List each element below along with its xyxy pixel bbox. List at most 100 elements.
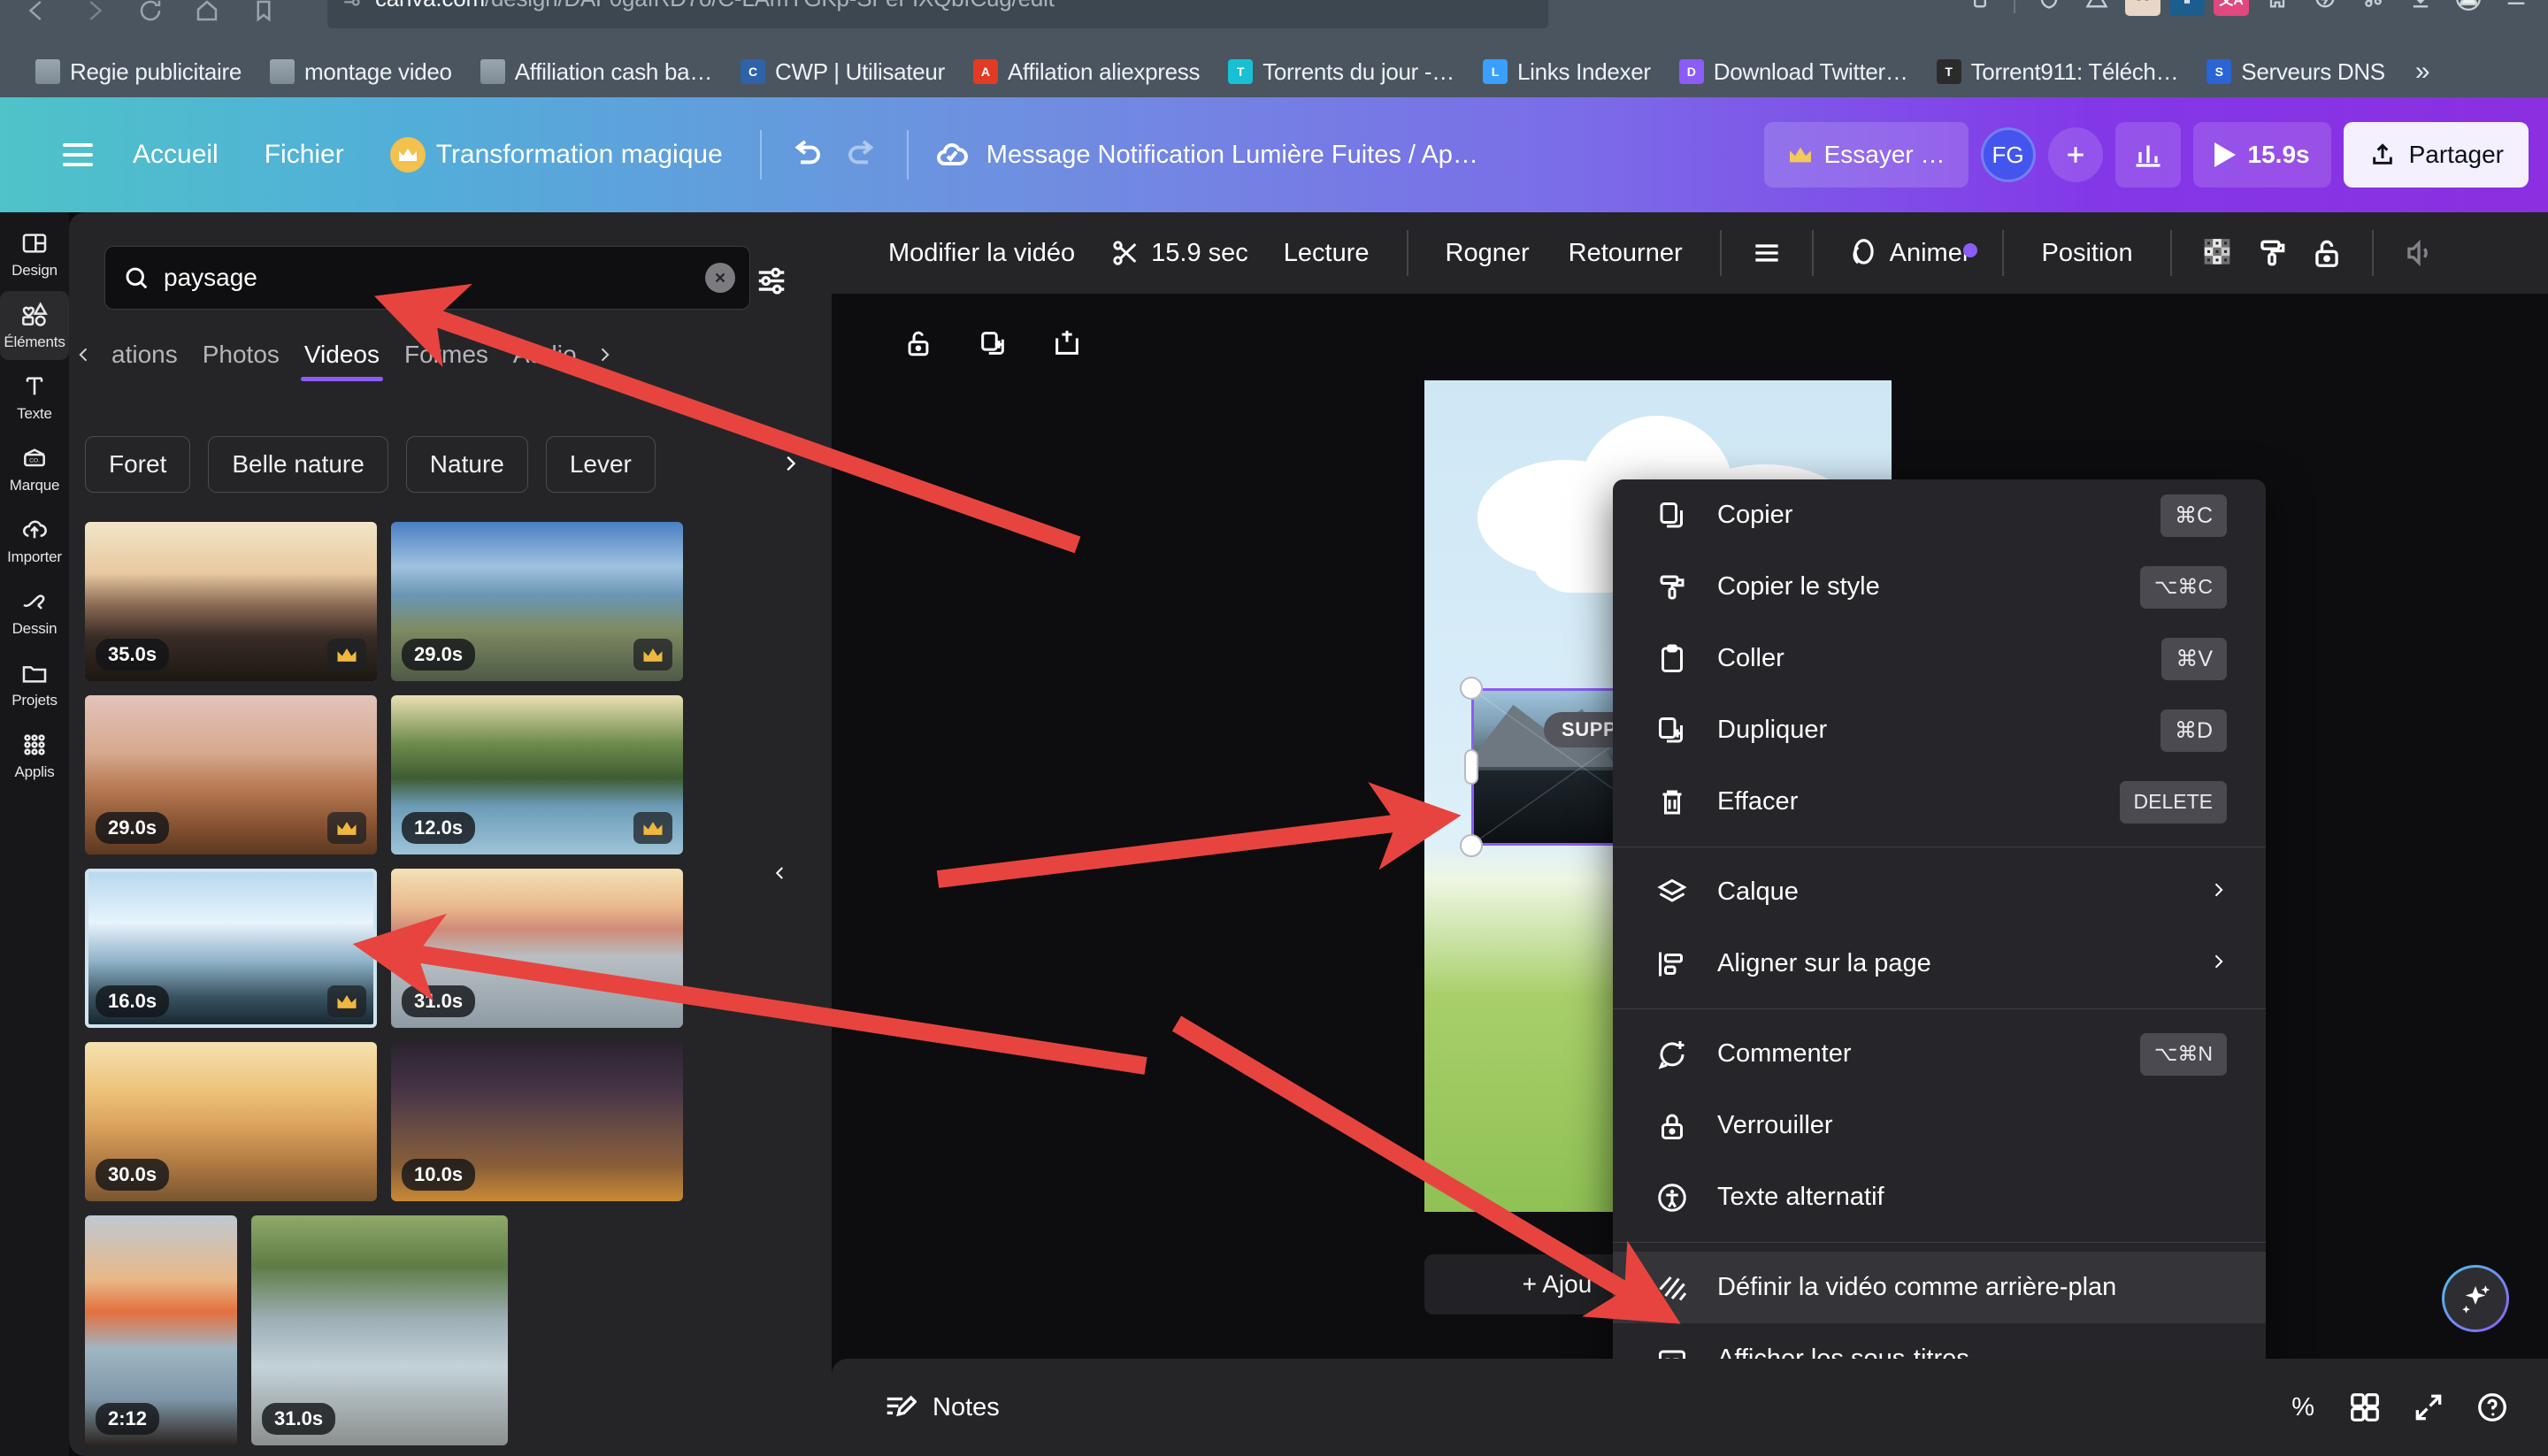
try-pro-button[interactable]: Essayer … [1763,122,1969,188]
crop-button[interactable]: Rogner [1426,225,1549,281]
menu-item[interactable]: Verrouiller [1613,1090,2266,1161]
bookmark-item[interactable]: S Serveurs DNS [2192,51,2399,92]
video-result-thumbnail[interactable]: 10.0s [391,1042,683,1201]
magic-transform-button[interactable]: Transformation magique [367,126,746,184]
redo-icon[interactable] [834,126,893,184]
profile-avatar[interactable] [2449,0,2488,18]
notes-button[interactable]: Notes [871,1379,1012,1436]
rail-item-marque[interactable]: CO. Marque [0,434,69,503]
cloud-check-icon[interactable] [923,126,981,184]
design-title[interactable]: Message Notification Lumière Fuites / Ap… [986,141,1478,170]
extension-icon-2[interactable]: ⫼ [2169,0,2205,16]
expand-icon[interactable] [2399,1378,2458,1437]
video-result-thumbnail[interactable]: 30.0s [85,1042,377,1201]
collapse-panel-button[interactable] [763,814,798,932]
extension-icon-4[interactable] [2258,0,2297,18]
tab-formes[interactable]: Formes [392,341,501,369]
paint-roller-icon[interactable] [2245,226,2299,280]
home-button[interactable]: Accueil [110,126,242,184]
video-result-thumbnail[interactable]: 29.0s [391,522,683,681]
menu-item[interactable]: Définir la vidéo comme arrière-plan [1613,1252,2266,1323]
menu-item[interactable]: Calque [1613,856,2266,928]
forward-arrow-icon[interactable] [73,0,115,32]
bookmark-item[interactable]: montage video [256,51,466,92]
rail-item-design[interactable]: Design [0,219,69,288]
tabs-scroll-left-icon[interactable] [69,337,99,372]
url-bar[interactable]: canva.com/design/DAF0gafRD7o/C-LAmYGKp-S… [327,0,1548,28]
keyword-chip[interactable]: Lever [545,436,656,493]
resize-handle-bottom-left[interactable] [1460,834,1483,857]
undo-icon[interactable] [776,126,834,184]
tab-videos[interactable]: Videos [292,341,392,381]
tabs-scroll-right-icon[interactable] [589,337,619,372]
reload-icon[interactable] [129,0,172,32]
share-page-icon[interactable] [1961,0,1999,18]
clear-icon[interactable] [705,263,735,293]
shield-extension-icon[interactable] [2030,0,2068,18]
video-result-thumbnail[interactable]: 35.0s [85,522,377,681]
flip-button[interactable]: Retourner [1549,225,1702,281]
animate-button[interactable]: Animer [1831,236,1985,270]
bar-chart-icon[interactable] [2114,122,2181,188]
menu-item[interactable]: Coller ⌘V [1613,623,2266,694]
main-menu-button[interactable] [46,123,110,187]
rail-item-dessin[interactable]: Dessin [0,578,69,647]
extension-icon-3[interactable]: 文A [2214,0,2249,16]
tab-photos[interactable]: Photos [190,341,292,369]
back-arrow-icon[interactable] [16,0,58,32]
position-button[interactable]: Position [2022,225,2152,281]
keyword-chip[interactable]: Belle nature [208,436,388,493]
adblock-icon[interactable] [2077,0,2116,18]
volume-icon[interactable] [2391,226,2446,280]
file-menu-button[interactable]: Fichier [242,126,367,184]
invite-button[interactable] [2047,127,2103,182]
list-icon[interactable] [1739,226,1794,280]
video-result-thumbnail[interactable]: 31.0s [391,869,683,1028]
add-page-icon[interactable] [1042,318,1092,368]
chips-scroll-right-icon[interactable] [780,449,800,482]
grid-view-icon[interactable] [2336,1378,2394,1437]
browser-menu-icon[interactable] [2497,0,2536,18]
avatar[interactable]: FG [1980,127,2036,182]
unlock-icon[interactable] [894,318,943,368]
duplicate-page-icon[interactable] [968,318,1017,368]
menu-item[interactable]: Effacer DELETE [1613,766,2266,838]
extension-icon-1[interactable]: 👓 [2125,0,2160,16]
bookmark-item[interactable]: T Torrent911: Téléch… [1923,51,2193,92]
play-button[interactable]: Lecture [1264,225,1389,281]
menu-item[interactable]: Copier ⌘C [1613,479,2266,551]
bookmark-item[interactable]: T Torrents du jour -… [1214,51,1469,92]
transparency-icon[interactable] [2190,226,2245,280]
ai-assistant-button[interactable] [2442,1265,2509,1332]
video-result-thumbnail[interactable]: 16.0s [85,869,377,1028]
filter-sliders-icon[interactable] [752,260,791,299]
bookmark-item[interactable]: Affiliation cash ba… [466,51,726,92]
help-icon[interactable] [2463,1378,2521,1437]
rail-item-lments[interactable]: Éléments [0,291,69,360]
download-icon[interactable] [2401,0,2440,18]
rail-item-applis[interactable]: Applis [0,721,69,790]
bookmark-item[interactable]: A Affilation aliexpress [959,51,1214,92]
home-icon[interactable] [186,0,228,32]
bookmark-item[interactable]: C CWP | Utilisateur [726,51,959,92]
tab-ations[interactable]: ations [99,341,190,369]
menu-item[interactable]: Dupliquer ⌘D [1613,694,2266,766]
trim-duration-button[interactable]: 15.9 sec [1094,238,1264,268]
video-result-thumbnail[interactable]: 2:12 [85,1215,237,1445]
bookmark-item[interactable]: D Download Twitter… [1665,51,1923,92]
menu-item[interactable]: Aligner sur la page [1613,928,2266,1000]
share-button[interactable]: Partager [2343,122,2529,188]
bookmark-item[interactable]: Regie publicitaire [21,51,256,92]
search-box[interactable] [104,246,750,310]
resize-handle-top-left[interactable] [1460,677,1483,700]
lock-icon[interactable] [2299,226,2354,280]
rail-item-texte[interactable]: Texte [0,363,69,432]
zoom-level[interactable]: % [2276,1393,2330,1422]
keyword-chip[interactable]: Nature [405,436,528,493]
video-result-thumbnail[interactable]: 31.0s [251,1215,508,1445]
menu-item[interactable]: Commenter ⌥⌘N [1613,1018,2266,1090]
bookmark-item[interactable]: L Links Indexer [1469,51,1665,92]
rail-item-importer[interactable]: Importer [0,506,69,575]
search-input[interactable] [164,264,705,292]
music-extension-icon[interactable] [2353,0,2392,18]
